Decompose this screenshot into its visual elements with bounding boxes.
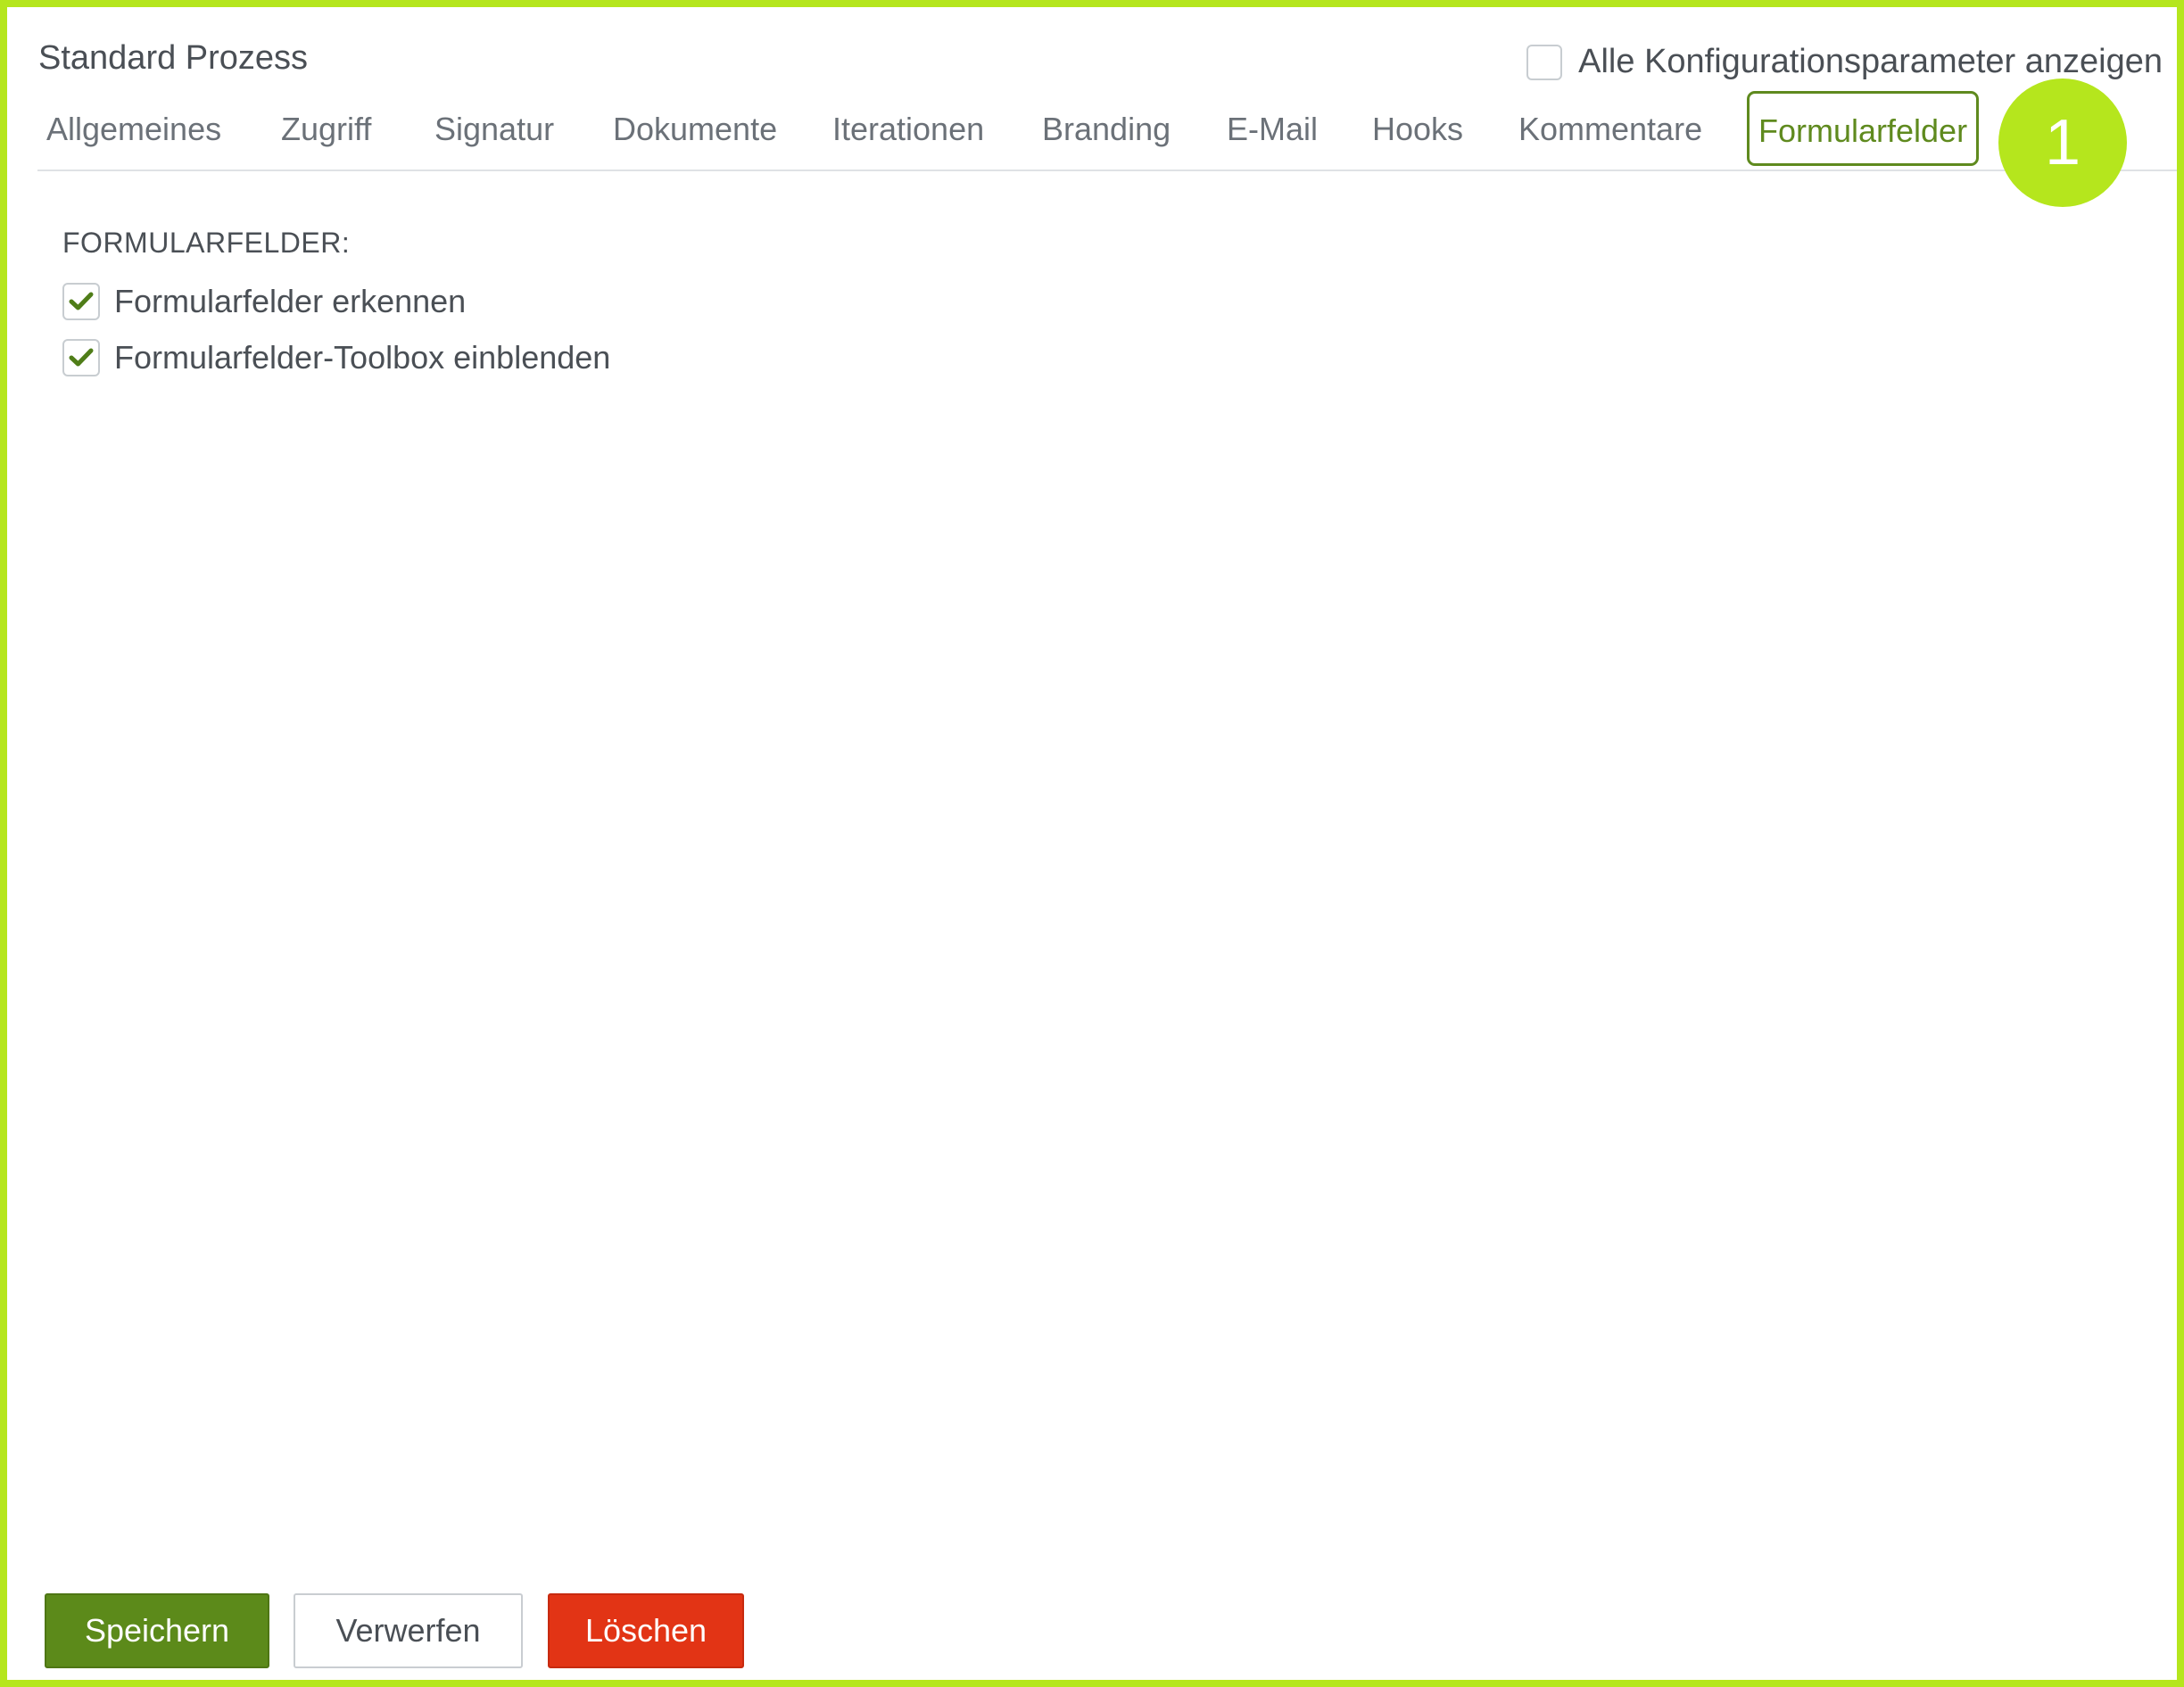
save-button[interactable]: Speichern — [45, 1593, 269, 1668]
show-toolbox-checkbox[interactable] — [62, 339, 100, 376]
checkmark-icon — [69, 292, 94, 310]
tab-branding[interactable]: Branding — [1042, 89, 1171, 170]
tab-email[interactable]: E-Mail — [1227, 89, 1318, 170]
tab-bar: Allgemeines Zugriff Signatur Dokumente I… — [37, 89, 2177, 171]
tab-dokumente[interactable]: Dokumente — [613, 89, 777, 170]
show-all-label: Alle Konfigurationsparameter anzeigen — [1578, 43, 2163, 80]
section-title: FORMULARFELDER: — [62, 227, 351, 259]
tab-formularfelder[interactable]: Formularfelder — [1747, 91, 1980, 166]
show-all-parameters-toggle[interactable]: Alle Konfigurationsparameter anzeigen — [1526, 43, 2163, 81]
detect-form-fields-label: Formularfelder erkennen — [114, 283, 467, 319]
checkmark-icon — [69, 348, 94, 367]
option-detect-form-fields[interactable]: Formularfelder erkennen — [62, 283, 466, 320]
tab-allgemeines[interactable]: Allgemeines — [46, 89, 221, 170]
tab-zugriff[interactable]: Zugriff — [281, 89, 371, 170]
config-panel: Standard Prozess Alle Konfigurationspara… — [0, 0, 2184, 1687]
tab-signatur[interactable]: Signatur — [434, 89, 554, 170]
discard-button[interactable]: Verwerfen — [294, 1593, 523, 1668]
tab-iterationen[interactable]: Iterationen — [832, 89, 984, 170]
show-all-checkbox[interactable] — [1526, 44, 1563, 80]
delete-button[interactable]: Löschen — [548, 1593, 744, 1668]
page-title: Standard Prozess — [38, 39, 309, 77]
tab-hooks[interactable]: Hooks — [1372, 89, 1463, 170]
tab-kommentare[interactable]: Kommentare — [1518, 89, 1702, 170]
option-show-toolbox[interactable]: Formularfelder-Toolbox einblenden — [62, 339, 610, 376]
detect-form-fields-checkbox[interactable] — [62, 283, 100, 320]
step-marker-badge: 1 — [1998, 79, 2127, 207]
show-toolbox-label: Formularfelder-Toolbox einblenden — [114, 339, 611, 376]
